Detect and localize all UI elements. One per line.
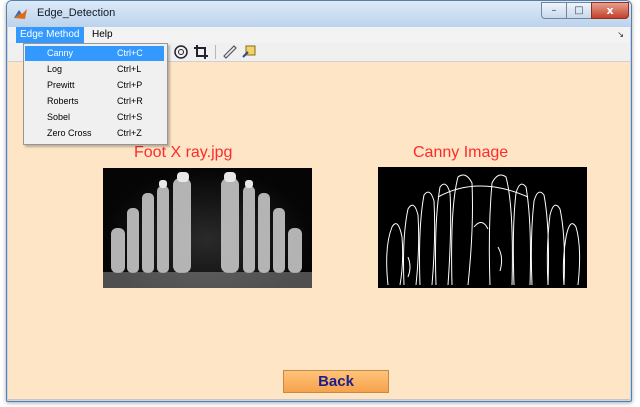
edge-image-caption: Canny Image xyxy=(413,144,509,161)
menu-item-label: Roberts xyxy=(47,96,79,106)
menu-item-prewitt[interactable]: Prewitt Ctrl+P xyxy=(25,78,164,93)
close-icon: x xyxy=(606,4,614,17)
menu-item-label: Canny xyxy=(47,48,74,58)
crop-icon[interactable] xyxy=(193,44,209,60)
menu-item-label: Zero Cross xyxy=(47,128,92,138)
original-xray-image xyxy=(103,168,312,288)
menu-item-shortcut: Ctrl+R xyxy=(117,96,143,106)
menu-bar: Edge Method Help ↘ xyxy=(8,27,630,44)
menu-item-shortcut: Ctrl+S xyxy=(117,112,143,122)
collapse-arrow-icon[interactable]: ↘ xyxy=(617,30,624,39)
menu-item-sobel[interactable]: Sobel Ctrl+S xyxy=(25,110,164,125)
menu-item-label: Log xyxy=(47,64,63,74)
menu-edge-method[interactable]: Edge Method xyxy=(16,27,84,43)
window-title: Edge_Detection xyxy=(37,7,116,19)
menu-item-shortcut: Ctrl+Z xyxy=(117,128,142,138)
menu-item-shortcut: Ctrl+P xyxy=(117,80,143,90)
maximize-icon: □ xyxy=(574,5,584,16)
zoom-icon[interactable] xyxy=(173,44,189,60)
title-bar: Edge_Detection – □ x xyxy=(7,1,631,27)
back-button[interactable]: Back xyxy=(283,370,389,393)
close-button[interactable]: x xyxy=(591,2,629,19)
edge-method-dropdown: Canny Ctrl+C Log Ctrl+L Prewitt Ctrl+P R… xyxy=(23,43,168,145)
menu-item-shortcut: Ctrl+L xyxy=(117,64,142,74)
maximize-button[interactable]: □ xyxy=(566,2,592,19)
menu-item-roberts[interactable]: Roberts Ctrl+R xyxy=(25,94,164,109)
toolbar-separator xyxy=(215,45,216,59)
canny-edge-image xyxy=(378,167,587,288)
matlab-icon xyxy=(14,9,27,19)
insert-icon[interactable] xyxy=(241,44,257,60)
minimize-button[interactable]: – xyxy=(541,2,567,19)
minimize-icon: – xyxy=(551,5,557,16)
menu-item-shortcut: Ctrl+C xyxy=(117,48,143,58)
original-image-caption: Foot X ray.jpg xyxy=(134,144,233,161)
menu-item-zero-cross[interactable]: Zero Cross Ctrl+Z xyxy=(25,126,164,141)
menu-help[interactable]: Help xyxy=(88,27,117,43)
edge-detection-window: Edge_Detection – □ x Edge Method Help ↘ … xyxy=(6,0,632,402)
menu-item-log[interactable]: Log Ctrl+L xyxy=(25,62,164,77)
ruler-icon[interactable] xyxy=(222,44,238,60)
menu-item-label: Prewitt xyxy=(47,80,75,90)
menu-item-label: Sobel xyxy=(47,112,71,122)
menu-item-canny[interactable]: Canny Ctrl+C xyxy=(25,46,164,61)
